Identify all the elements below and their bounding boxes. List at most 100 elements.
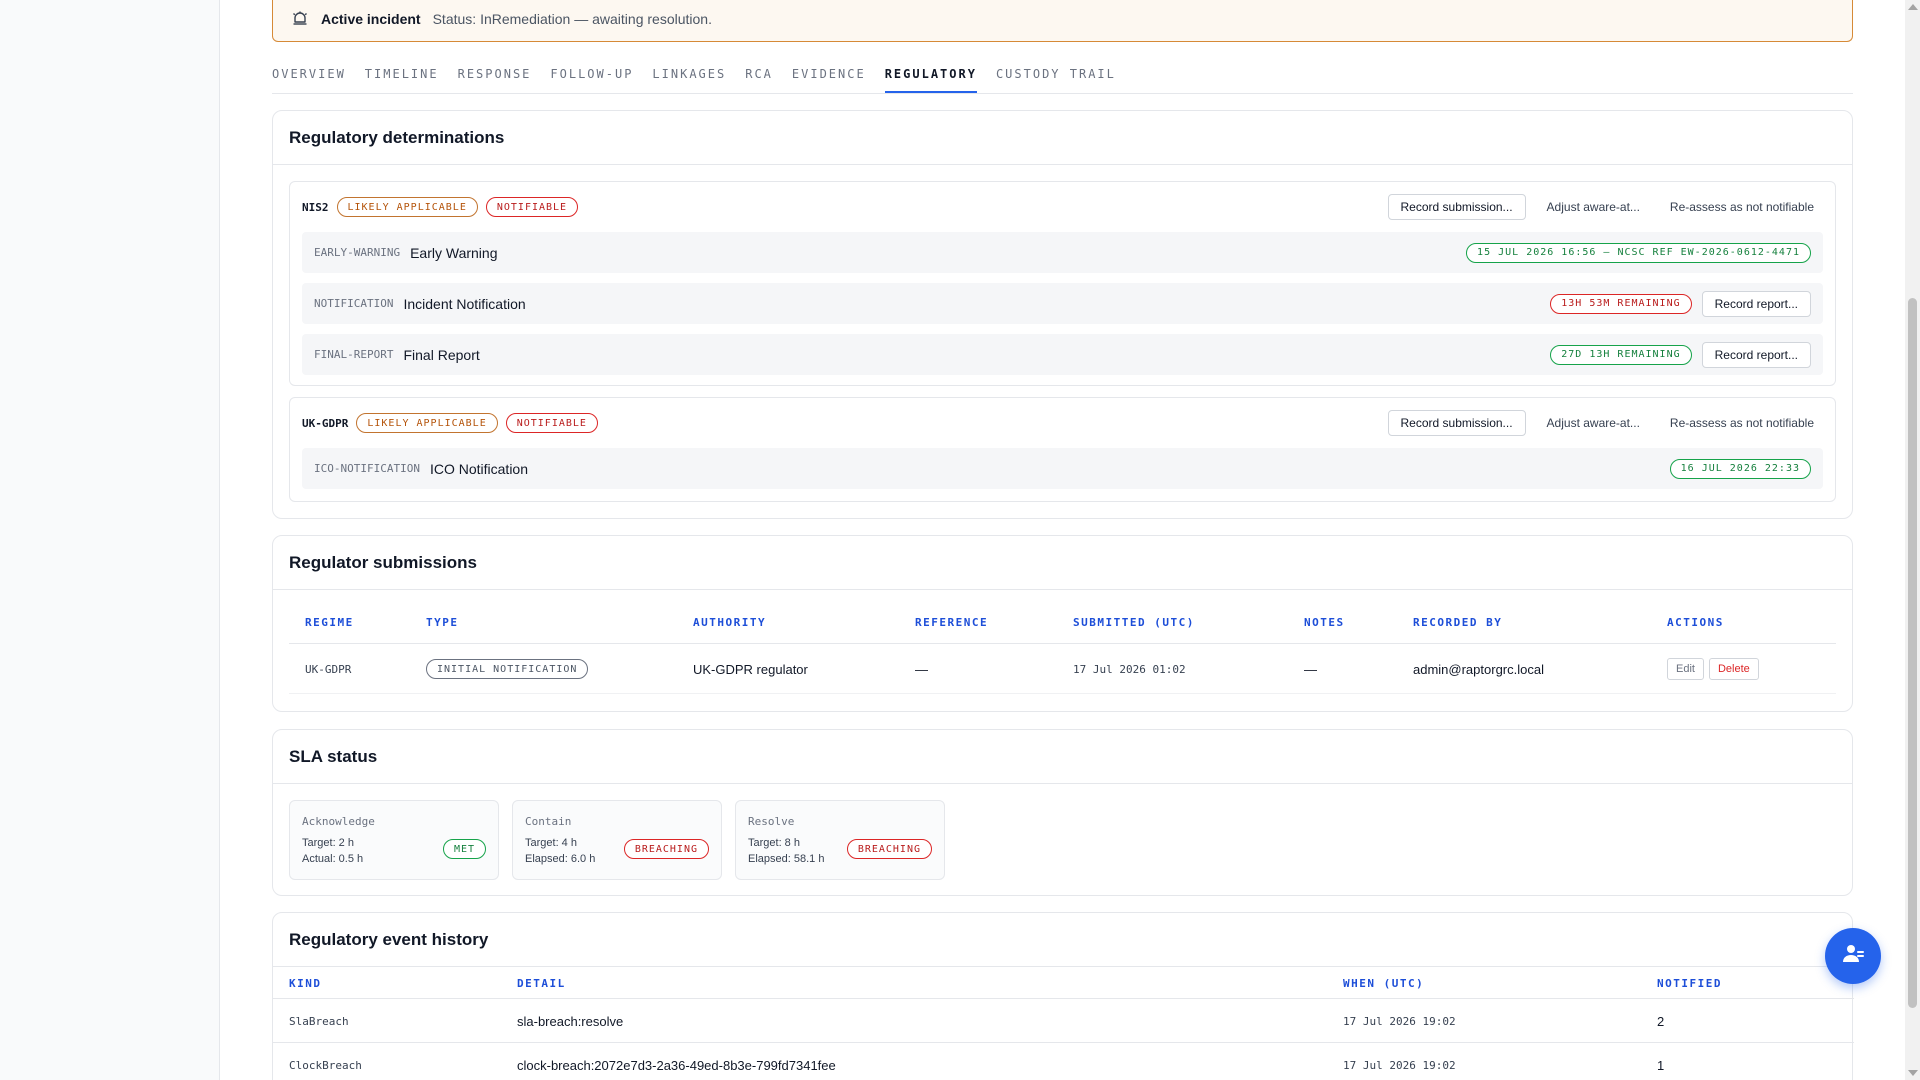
notifiable-badge: NOTIFIABLE (485, 197, 579, 217)
history-title: Regulatory event history (273, 913, 1852, 967)
regime-nis2: NIS2 LIKELY APPLICABLE NOTIFIABLE Record… (289, 181, 1836, 386)
record-report-button[interactable]: Record report... (1701, 290, 1811, 317)
scroll-down-arrow-icon[interactable] (1908, 1070, 1918, 1076)
sidebar (0, 0, 220, 1080)
bell-icon (291, 10, 309, 28)
cell-notified: 1 (1657, 1057, 1665, 1073)
reassess-button[interactable]: Re-assess as not notifiable (1661, 194, 1823, 220)
sla-target: Target: 4 h (525, 837, 577, 849)
obligation-early-warning: EARLY-WARNING Early Warning 15 JUL 2026 … (302, 232, 1823, 273)
column-header: ACTIONS (1667, 616, 1724, 629)
column-header: AUTHORITY (693, 616, 767, 629)
sla-card: SLA status Acknowledge Target: 2 h Actua… (272, 729, 1853, 896)
obligation-code: EARLY-WARNING (314, 246, 401, 259)
applicability-badge: LIKELY APPLICABLE (356, 413, 498, 433)
cell-kind: SlaBreach (289, 1014, 349, 1028)
incident-banner: Active incident Status: InRemediation — … (272, 0, 1853, 42)
record-submission-button[interactable]: Record submission... (1387, 410, 1526, 436)
tab-custody-trail[interactable]: CUSTODY TRAIL (996, 52, 1116, 93)
adjust-aware-at-button[interactable]: Adjust aware-at... (1538, 194, 1649, 220)
history-table: KIND DETAIL WHEN (UTC) NOTIFIED SlaBreac… (273, 967, 1854, 1080)
cell-submitted: 17 Jul 2026 01:02 (1073, 662, 1186, 676)
regime-uk-gdpr: UK-GDPR LIKELY APPLICABLE NOTIFIABLE Rec… (289, 397, 1836, 502)
record-submission-button[interactable]: Record submission... (1387, 194, 1526, 220)
edit-button[interactable]: Edit (1667, 658, 1704, 680)
reassess-button[interactable]: Re-assess as not notifiable (1661, 410, 1823, 436)
cell-when: 17 Jul 2026 19:02 (1343, 1014, 1456, 1028)
obligation-code: ICO-NOTIFICATION (314, 462, 420, 475)
sla-name: Resolve (748, 815, 795, 828)
obligation-label: Early Warning (410, 244, 498, 261)
tab-follow-up[interactable]: FOLLOW-UP (550, 52, 633, 93)
tab-timeline[interactable]: TIMELINE (365, 52, 439, 93)
column-header: KIND (289, 977, 322, 990)
sla-name: Contain (525, 815, 572, 828)
submissions-table: REGIME TYPE AUTHORITY REFERENCE SUBMITTE… (289, 602, 1836, 694)
sla-metric: Elapsed: 58.1 h (748, 853, 825, 865)
scrollbar-thumb[interactable] (1908, 298, 1917, 1008)
regime-name: UK-GDPR (302, 416, 349, 430)
history-card: Regulatory event history KIND DETAIL WHE… (272, 912, 1854, 1080)
obligation-final-report: FINAL-REPORT Final Report 27D 13H REMAIN… (302, 334, 1823, 375)
cell-regime: UK-GDPR (305, 662, 352, 676)
sla-metric: Elapsed: 6.0 h (525, 853, 596, 865)
tab-response[interactable]: RESPONSE (458, 52, 532, 93)
obligation-label: Final Report (403, 346, 480, 363)
delete-button[interactable]: Delete (1708, 658, 1759, 680)
scroll-up-arrow-icon[interactable] (1908, 4, 1918, 10)
obligation-notification: NOTIFICATION Incident Notification 13H 5… (302, 283, 1823, 324)
column-header: SUBMITTED (UTC) (1073, 616, 1195, 629)
tab-linkages[interactable]: LINKAGES (652, 52, 726, 93)
cell-notes: — (1304, 661, 1317, 677)
obligation-label: Incident Notification (403, 295, 526, 312)
cell-notified: 2 (1657, 1013, 1665, 1029)
sla-title: SLA status (273, 730, 1852, 784)
user-add-icon (1841, 942, 1865, 971)
type-badge: INITIAL NOTIFICATION (426, 659, 589, 679)
determinations-card: Regulatory determinations NIS2 LIKELY AP… (272, 110, 1853, 519)
column-header: TYPE (426, 616, 459, 629)
page-scrollbar[interactable] (1905, 0, 1920, 1080)
sla-status-badge: MET (442, 839, 486, 859)
banner-title: Active incident (321, 10, 421, 27)
column-header: WHEN (UTC) (1343, 977, 1425, 990)
obligation-code: NOTIFICATION (314, 297, 394, 310)
tab-overview[interactable]: OVERVIEW (272, 52, 346, 93)
cell-reference: — (915, 661, 928, 677)
applicability-badge: LIKELY APPLICABLE (336, 197, 478, 217)
column-header: NOTIFIED (1657, 977, 1722, 990)
sla-acknowledge: Acknowledge Target: 2 h Actual: 0.5 h ME… (289, 800, 499, 880)
submissions-card: Regulator submissions REGIME TYPE AUTHOR… (272, 535, 1853, 712)
column-header: REFERENCE (915, 616, 989, 629)
obligation-label: ICO Notification (429, 460, 529, 477)
cell-when: 17 Jul 2026 19:02 (1343, 1058, 1456, 1072)
adjust-aware-at-button[interactable]: Adjust aware-at... (1538, 410, 1649, 436)
sla-target: Target: 8 h (748, 837, 800, 849)
sla-status-badge: BREACHING (846, 839, 932, 859)
tab-evidence[interactable]: EVIDENCE (792, 52, 866, 93)
table-row: UK-GDPR INITIAL NOTIFICATION UK-GDPR reg… (289, 644, 1836, 694)
submissions-title: Regulator submissions (273, 536, 1852, 590)
cell-detail: clock-breach:2072e7d3-2a36-49ed-8b3e-799… (517, 1057, 836, 1073)
tab-regulatory[interactable]: REGULATORY (884, 52, 977, 93)
sla-contain: Contain Target: 4 h Elapsed: 6.0 h BREAC… (512, 800, 722, 880)
sla-name: Acknowledge (302, 815, 375, 828)
cell-kind: ClockBreach (289, 1058, 362, 1072)
cell-detail: sla-breach:resolve (517, 1013, 624, 1029)
cell-recorded-by: admin@raptorgrc.local (1413, 661, 1544, 677)
sla-status-badge: BREACHING (623, 839, 709, 859)
column-header: REGIME (305, 616, 354, 629)
obligation-ico-notification: ICO-NOTIFICATION ICO Notification 16 JUL… (302, 448, 1823, 489)
obligation-status-badge: 15 JUL 2026 16:56 — NCSC REF EW-2026-061… (1466, 242, 1811, 263)
obligation-status-badge: 16 JUL 2026 22:33 (1669, 458, 1811, 479)
add-user-fab[interactable] (1825, 928, 1881, 984)
table-header: KIND DETAIL WHEN (UTC) NOTIFIED (273, 967, 1854, 999)
record-report-button[interactable]: Record report... (1701, 341, 1811, 368)
cell-authority: UK-GDPR regulator (693, 661, 808, 677)
column-header: RECORDED BY (1413, 616, 1503, 629)
obligation-code: FINAL-REPORT (314, 348, 394, 361)
obligation-status-badge: 13H 53M REMAINING (1550, 293, 1692, 314)
tab-rca[interactable]: RCA (745, 52, 773, 93)
column-header: NOTES (1304, 616, 1345, 629)
sla-resolve: Resolve Target: 8 h Elapsed: 58.1 h BREA… (735, 800, 945, 880)
